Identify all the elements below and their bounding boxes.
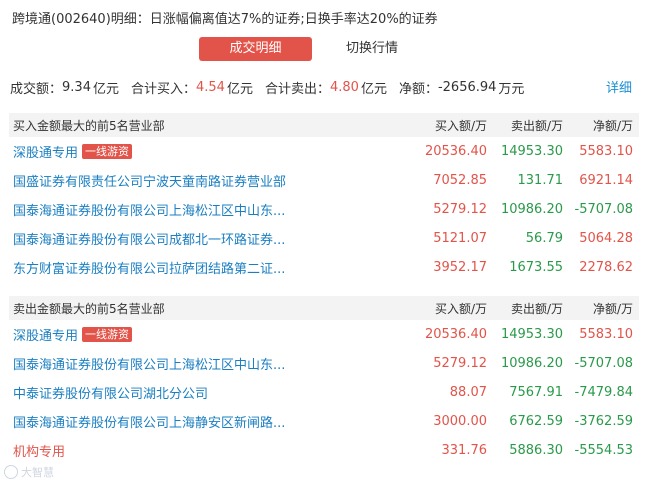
broker-link[interactable]: 国盛证券有限责任公司宁波天童南路证券营业部	[13, 171, 286, 190]
buy-amount: 88.07	[449, 385, 487, 400]
col-sell-header: 卖出额/万	[510, 118, 563, 133]
buy-amount: 3000.00	[433, 414, 487, 429]
table-row[interactable]: 中泰证券股份有限公司湖北分公司 88.07 7567.91 -7479.84	[9, 378, 639, 407]
tab-switch-quotes[interactable]: 切换行情	[312, 37, 432, 61]
turnover-unit: 亿元	[92, 81, 119, 97]
total-sell-unit: 亿元	[360, 81, 387, 97]
table-row[interactable]: 国泰海通证券股份有限公司成都北一环路证券... 5121.07 56.79 50…	[9, 224, 639, 253]
sell-amount: 6762.59	[509, 414, 563, 429]
summary-bar: 成交额： 9.34 亿元 合计买入： 4.54 亿元 合计卖出： 4.80 亿元…	[10, 77, 652, 97]
table-row[interactable]: 国泰海通证券股份有限公司上海松江区中山东... 5279.12 10986.20…	[9, 349, 639, 378]
buy-amount: 20536.40	[424, 144, 487, 159]
col-net-header: 净额/万	[592, 118, 633, 133]
tab-bar: 成交明细 切换行情	[199, 37, 432, 61]
total-sell-label: 合计卖出：	[264, 81, 330, 97]
watermark-logo-icon	[4, 465, 18, 479]
net-amount: 5583.10	[579, 327, 633, 342]
col-buy-header: 买入额/万	[434, 301, 487, 316]
buy-section: 买入金额最大的前5名营业部 买入额/万 卖出额/万 净额/万 深股通专用 一线游…	[9, 113, 639, 282]
total-sell-value: 4.80	[329, 79, 359, 95]
broker-link[interactable]: 国泰海通证券股份有限公司上海松江区中山东...	[13, 354, 285, 373]
table-row[interactable]: 东方财富证券股份有限公司拉萨团结路第二证... 3952.17 1673.55 …	[9, 253, 639, 282]
total-buy-value: 4.54	[196, 79, 225, 95]
hot-money-tag: 一线游资	[82, 144, 133, 159]
sell-amount: 56.79	[525, 231, 563, 246]
net-amount: -5554.53	[574, 443, 633, 458]
watermark: 大智慧	[4, 464, 54, 480]
turnover-value: 9.34	[62, 79, 91, 95]
page-title: 跨境通(002640)明细：日涨幅偏离值达7%的证券;日换手率达20%的证券	[12, 12, 438, 27]
net-amount: 5583.10	[579, 144, 633, 159]
table-row[interactable]: 深股通专用 一线游资 20536.40 14953.30 5583.10	[9, 320, 639, 349]
sell-amount: 14953.30	[500, 327, 563, 342]
table-row[interactable]: 深股通专用 一线游资 20536.40 14953.30 5583.10	[9, 137, 639, 166]
turnover-label: 成交额：	[10, 81, 63, 97]
hot-money-tag: 一线游资	[82, 327, 133, 342]
sell-section-header: 卖出金额最大的前5名营业部 买入额/万 卖出额/万 净额/万	[9, 296, 639, 320]
broker-link[interactable]: 国泰海通证券股份有限公司上海松江区中山东...	[13, 200, 285, 219]
sell-amount: 131.71	[517, 173, 564, 188]
net-amount: 5064.28	[579, 231, 633, 246]
sell-amount: 10986.20	[500, 356, 563, 371]
buy-section-heading: 买入金额最大的前5名营业部	[13, 118, 165, 133]
sell-amount: 5886.30	[509, 443, 563, 458]
buy-amount: 331.76	[441, 443, 488, 458]
sell-amount: 14953.30	[500, 144, 563, 159]
table-row[interactable]: 国盛证券有限责任公司宁波天童南路证券营业部 7052.85 131.71 692…	[9, 166, 639, 195]
buy-amount: 20536.40	[424, 327, 487, 342]
broker-link[interactable]: 东方财富证券股份有限公司拉萨团结路第二证...	[13, 258, 285, 277]
broker-link[interactable]: 国泰海通证券股份有限公司成都北一环路证券...	[13, 229, 285, 248]
sell-section: 卖出金额最大的前5名营业部 买入额/万 卖出额/万 净额/万 深股通专用 一线游…	[9, 296, 639, 465]
net-value: -2656.94	[437, 79, 497, 95]
net-amount: 2278.62	[579, 260, 633, 275]
sell-amount: 1673.55	[509, 260, 563, 275]
tab-trade-details[interactable]: 成交明细	[199, 37, 312, 61]
total-buy-unit: 亿元	[226, 81, 253, 97]
buy-amount: 5279.12	[433, 202, 487, 217]
col-buy-header: 买入额/万	[434, 118, 487, 133]
buy-amount: 3952.17	[433, 260, 487, 275]
net-amount: -7479.84	[574, 385, 633, 400]
sell-amount: 10986.20	[500, 202, 563, 217]
table-row[interactable]: 机构专用 331.76 5886.30 -5554.53	[9, 436, 639, 465]
broker-link[interactable]: 机构专用	[13, 441, 65, 460]
buy-amount: 5279.12	[433, 356, 487, 371]
buy-amount: 5121.07	[433, 231, 487, 246]
buy-section-header: 买入金额最大的前5名营业部 买入额/万 卖出额/万 净额/万	[9, 113, 639, 137]
net-amount: -5707.08	[574, 202, 633, 217]
col-sell-header: 卖出额/万	[510, 301, 563, 316]
detail-link[interactable]: 详细	[606, 77, 632, 96]
sell-section-heading: 卖出金额最大的前5名营业部	[13, 301, 165, 316]
buy-amount: 7052.85	[433, 173, 487, 188]
net-amount: 6921.14	[579, 173, 633, 188]
total-buy-label: 合计买入：	[130, 81, 196, 97]
net-label: 净额：	[398, 81, 438, 97]
watermark-text: 大智慧	[21, 466, 54, 479]
table-row[interactable]: 国泰海通证券股份有限公司上海静安区新闸路... 3000.00 6762.59 …	[9, 407, 639, 436]
broker-link[interactable]: 深股通专用	[13, 142, 78, 161]
net-amount: -5707.08	[574, 356, 633, 371]
broker-link[interactable]: 中泰证券股份有限公司湖北分公司	[13, 383, 208, 402]
col-net-header: 净额/万	[592, 301, 633, 316]
table-row[interactable]: 国泰海通证券股份有限公司上海松江区中山东... 5279.12 10986.20…	[9, 195, 639, 224]
broker-link[interactable]: 国泰海通证券股份有限公司上海静安区新闸路...	[13, 412, 285, 431]
sell-amount: 7567.91	[509, 385, 563, 400]
net-unit: 万元	[498, 81, 525, 97]
net-amount: -3762.59	[574, 414, 633, 429]
broker-link[interactable]: 深股通专用	[13, 325, 78, 344]
